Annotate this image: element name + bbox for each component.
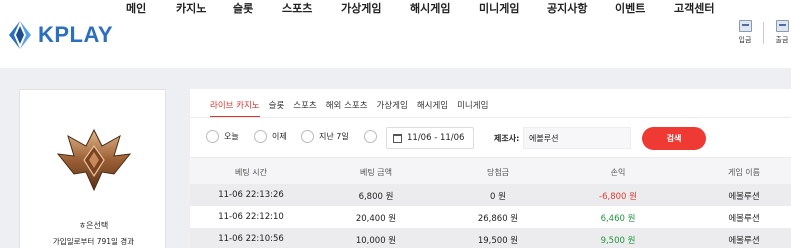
top-bar: KPLAY 메인 카지노 슬롯 스포츠 가상게임 해시게임 미니게임 공지사항 … [0,0,791,68]
cell-game-name: 에볼루션 [728,236,760,246]
radio-custom-range[interactable] [364,130,377,143]
cell-winnings: 19,500 원 [477,236,519,246]
cell-profit-loss: 6,460 원 [600,214,636,224]
user-card: ㅎ은선택 가입일로부터 791일 경과 [19,89,166,248]
cell-bet-time: 11-06 22:10:56 [218,234,284,244]
radio-circle[interactable] [206,130,219,143]
cell-profit-loss: 9,500 원 [600,236,636,246]
radio-circle[interactable] [301,130,314,143]
membership-duration: 가입일로부터 791일 경과 [52,237,135,246]
radio-today[interactable]: 오늘 [206,130,239,143]
nav-item-notice[interactable]: 공지사항 [547,0,587,16]
nav-item-virtual[interactable]: 가상게임 [341,0,381,16]
betting-history-panel: 라이브 카지노 슬롯 스포츠 해외 스포츠 가상게임 해시게임 미니게임 오늘 … [190,89,791,248]
tab-virtual[interactable]: 가상게임 [377,99,408,117]
cell-game-name: 에볼루션 [728,214,760,224]
radio-label: 지난 7일 [319,132,349,141]
nav-item-casino[interactable]: 카지노 [176,0,206,16]
column-header-profit-loss: 손익 [610,168,626,177]
nav-item-hash[interactable]: 해시게임 [410,0,450,16]
column-header-game-name: 게임 이름 [728,168,760,177]
nav-item-event[interactable]: 이벤트 [615,0,645,16]
date-range-picker[interactable]: 11/06 - 11/06 [386,127,474,149]
nav-item-main[interactable]: 메인 [126,0,146,16]
tab-hash[interactable]: 해시게임 [417,99,448,117]
radio-yesterday[interactable]: 이제 [254,130,287,143]
cell-bet-time: 11-06 22:12:10 [218,212,284,222]
tab-live-casino[interactable]: 라이브 카지노 [210,99,260,117]
withdraw-label: 출금 [775,36,789,44]
maker-input[interactable] [523,127,631,149]
cell-winnings: 26,860 원 [477,214,519,224]
rank-badge-icon [56,128,132,192]
divider [190,117,791,118]
cell-bet-time: 11-06 22:13:26 [218,190,284,200]
column-header-winnings: 당첨금 [486,168,510,177]
table-row: 11-06 22:13:26 6,800 원 0 원 -6,800 원 에볼루션 [190,184,791,206]
withdraw-button[interactable]: 출금 [771,20,791,45]
date-range-value: 11/06 - 11/06 [407,133,465,143]
table-row: 11-06 22:12:10 20,400 원 26,860 원 6,460 원… [190,206,791,228]
table-row: 11-06 22:10:56 10,000 원 19,500 원 9,500 원… [190,228,791,248]
nav-item-mini[interactable]: 미니게임 [479,0,519,16]
radio-last-7-days[interactable]: 지난 7일 [301,130,349,143]
user-name: ㅎ은선택 [78,221,109,230]
tab-overseas-sports[interactable]: 해외 스포츠 [326,99,368,117]
cell-bet-amount: 20,400 원 [355,214,397,224]
cell-bet-amount: 10,000 원 [355,236,397,246]
radio-label: 이제 [272,132,287,141]
logo-icon [9,21,31,49]
cell-bet-amount: 6,800 원 [358,192,394,202]
logo-text: KPLAY [38,22,114,47]
deposit-button[interactable]: 입금 [734,20,756,45]
maker-label: 제조사: [494,134,520,143]
radio-circle[interactable] [254,130,267,143]
cell-game-name: 에볼루션 [728,192,760,202]
nav-item-slot[interactable]: 슬롯 [233,0,253,16]
nav-item-support[interactable]: 고객센터 [674,0,714,16]
table-header: 베팅 시간 베팅 금액 당첨금 손익 게임 이름 [190,157,791,184]
deposit-label: 입금 [738,36,752,44]
nav-item-sports[interactable]: 스포츠 [282,0,312,16]
tab-sports[interactable]: 스포츠 [293,99,316,117]
radio-label: 오늘 [224,132,239,141]
withdraw-icon [775,20,789,32]
logo[interactable]: KPLAY [6,20,113,50]
filter-bar: 오늘 이제 지난 7일 11/06 - 11/06 제조사: 검색 [190,125,791,157]
divider [763,22,764,44]
radio-circle[interactable] [364,130,377,143]
cell-profit-loss: -6,800 원 [599,192,637,202]
tab-mini[interactable]: 미니게임 [457,99,488,117]
deposit-icon [738,20,752,32]
calendar-icon [393,133,402,143]
column-header-bet-amount: 베팅 금액 [360,168,392,177]
cell-winnings: 0 원 [490,192,506,202]
category-tabs: 라이브 카지노 슬롯 스포츠 해외 스포츠 가상게임 해시게임 미니게임 [210,99,497,117]
search-button[interactable]: 검색 [642,127,706,150]
tab-slot[interactable]: 슬롯 [269,99,285,117]
column-header-bet-time: 베팅 시간 [235,168,267,177]
